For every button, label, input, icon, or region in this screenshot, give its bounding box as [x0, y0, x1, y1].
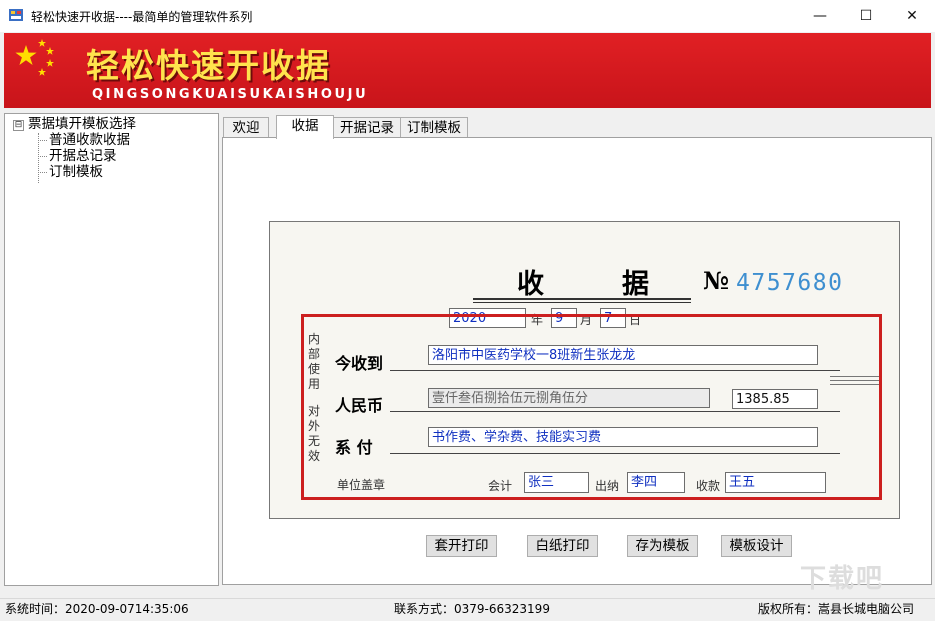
- banner-subtitle: QINGSONGKUAISUKAISHOUJU: [92, 87, 369, 102]
- banner-title: 轻松快速开收据: [86, 46, 331, 85]
- design-template-button[interactable]: 模板设计: [721, 535, 792, 557]
- tree-root[interactable]: ⊟ 票据填开模板选择: [13, 116, 136, 133]
- heading-rule: [473, 298, 691, 300]
- overlay-print-button[interactable]: 套开打印: [426, 535, 497, 557]
- save-template-button[interactable]: 存为模板: [627, 535, 698, 557]
- tree-item-records[interactable]: 开据总记录: [38, 148, 117, 164]
- title-bar: 轻松快速开收据----最简单的管理软件系列 — ☐ ✕: [0, 0, 935, 32]
- receipt-form: 收 据 № 4757680 2020 年 9 月 7 日 内部使用 对外无效 今…: [269, 221, 900, 519]
- highlight-frame: [301, 314, 882, 500]
- status-bar: 系统时间：2020-09-0714:35:06 联系方式：0379-663231…: [0, 598, 935, 621]
- status-contact: 联系方式：0379-66323199: [394, 602, 550, 616]
- status-copyright: 版权所有：嵩县长城电脑公司: [758, 602, 915, 616]
- receipt-tab-panel: 收 据 № 4757680 2020 年 9 月 7 日 内部使用 对外无效 今…: [222, 137, 932, 585]
- tree-item-custom-template[interactable]: 订制模板: [38, 164, 103, 180]
- tab-custom-template[interactable]: 订制模板: [400, 117, 468, 138]
- tab-records[interactable]: 开据记录: [333, 117, 401, 138]
- app-icon: [9, 9, 23, 21]
- heading-rule: [473, 302, 691, 303]
- tab-receipt[interactable]: 收据: [276, 115, 334, 139]
- template-tree: ⊟ 票据填开模板选择 普通收款收据 开据总记录 订制模板: [4, 113, 219, 586]
- status-time: 系统时间：2020-09-0714:35:06: [5, 602, 189, 616]
- tree-root-label: 票据填开模板选择: [28, 116, 136, 132]
- receipt-heading-1: 收: [517, 269, 547, 300]
- stars-icon: [15, 39, 54, 76]
- blank-print-button[interactable]: 白纸打印: [527, 535, 598, 557]
- tree-item-normal-receipt[interactable]: 普通收款收据: [38, 132, 130, 148]
- receipt-number: 4757680: [736, 270, 844, 296]
- receipt-heading-2: 据: [622, 269, 649, 300]
- collapse-icon[interactable]: ⊟: [13, 120, 24, 131]
- window-title: 轻松快速开收据----最简单的管理软件系列: [31, 10, 253, 24]
- watermark: 下载吧: [800, 564, 885, 594]
- minimize-button[interactable]: —: [797, 0, 843, 32]
- number-label: №: [703, 266, 730, 295]
- maximize-button[interactable]: ☐: [843, 0, 889, 32]
- app-banner: 轻松快速开收据 QINGSONGKUAISUKAISHOUJU: [4, 33, 931, 108]
- close-button[interactable]: ✕: [889, 0, 935, 32]
- tab-welcome[interactable]: 欢迎: [223, 117, 269, 138]
